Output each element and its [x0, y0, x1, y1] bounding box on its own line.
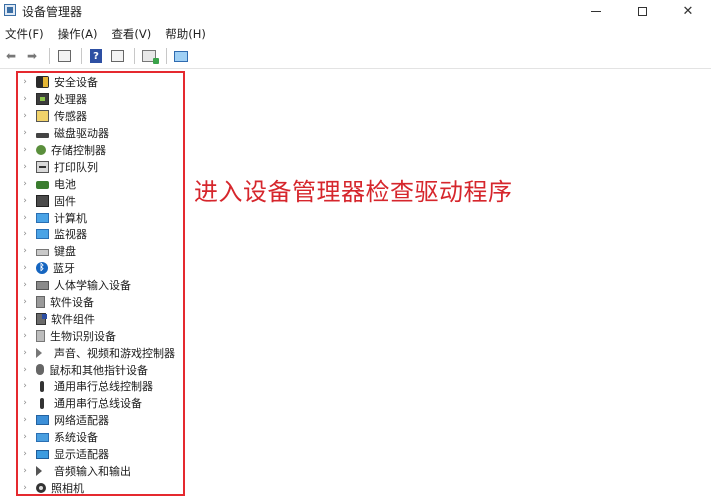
menu-action[interactable]: 操作(A)	[58, 26, 98, 42]
forward-button[interactable]: ➡	[23, 47, 41, 65]
device-manager-app-icon	[4, 4, 16, 16]
scan-hardware-button[interactable]	[140, 47, 159, 65]
menu-file[interactable]: 文件(F)	[5, 26, 44, 42]
help-icon: ?	[90, 49, 102, 63]
minimize-icon	[591, 10, 601, 12]
annotation-text: 进入设备管理器检查驱动程序	[194, 178, 513, 206]
help-button[interactable]: ?	[87, 47, 105, 65]
scan-hardware-icon	[142, 50, 159, 64]
back-arrow-icon: ⬅	[5, 49, 17, 63]
menu-bar: 文件(F) 操作(A) 查看(V) 帮助(H)	[0, 24, 711, 44]
properties-icon	[57, 50, 71, 62]
monitor-icon	[174, 50, 188, 62]
minimize-button[interactable]	[573, 0, 619, 22]
highlight-frame	[16, 71, 185, 496]
monitor-button[interactable]	[172, 47, 190, 65]
toolbar-separator	[49, 48, 50, 64]
window-title: 设备管理器	[22, 5, 83, 19]
toolbar-divider	[0, 68, 711, 69]
menu-view[interactable]: 查看(V)	[111, 26, 151, 42]
close-icon: ✕	[682, 3, 694, 19]
toolbar: ⬅ ➡ ?	[0, 45, 711, 67]
update-driver-icon	[110, 50, 124, 62]
update-driver-button[interactable]	[108, 47, 126, 65]
back-button[interactable]: ⬅	[2, 47, 20, 65]
forward-arrow-icon: ➡	[26, 49, 38, 63]
maximize-button[interactable]	[619, 0, 665, 22]
close-button[interactable]: ✕	[665, 0, 711, 22]
toolbar-separator	[81, 48, 82, 64]
maximize-icon	[637, 6, 647, 16]
toolbar-separator	[134, 48, 135, 64]
toolbar-separator	[166, 48, 167, 64]
properties-button[interactable]	[55, 47, 73, 65]
title-bar: 设备管理器 ✕	[0, 0, 711, 22]
menu-help[interactable]: 帮助(H)	[165, 26, 206, 42]
